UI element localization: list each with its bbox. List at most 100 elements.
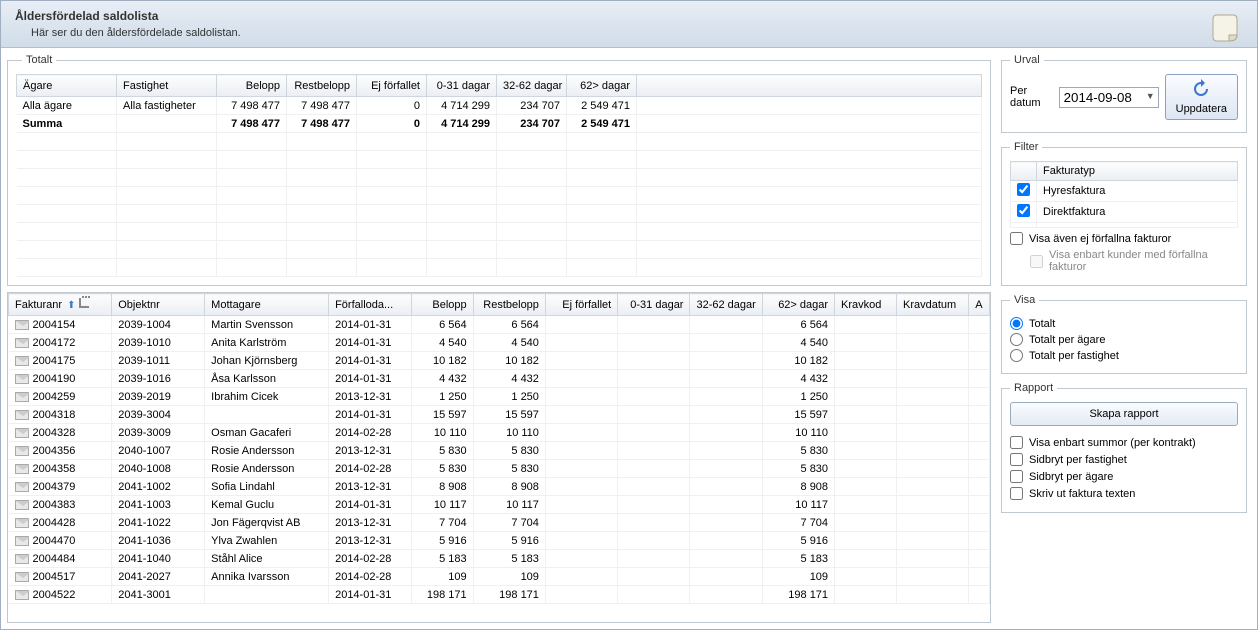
- per-datum-label: Per datum: [1010, 85, 1053, 109]
- detail-col-header[interactable]: Förfalloda...: [329, 294, 412, 316]
- filter-checkbox[interactable]: [1017, 204, 1030, 217]
- detail-row[interactable]: 20043832041-1003Kemal Guclu2014-01-3110 …: [9, 496, 990, 514]
- envelope-icon: [15, 590, 29, 600]
- detail-col-header[interactable]: Mottagare: [205, 294, 329, 316]
- envelope-icon: [15, 464, 29, 474]
- visa-enbart-kunder-checkbox: [1030, 255, 1043, 268]
- detail-row[interactable]: 20044282041-1022Jon Fägerqvist AB2013-12…: [9, 514, 990, 532]
- rapport-checkbox[interactable]: [1010, 453, 1023, 466]
- detail-row[interactable]: 20044842041-1040Ståhl Alice2014-02-285 1…: [9, 550, 990, 568]
- sort-asc-icon: ⬆: [67, 300, 75, 311]
- total-col-header[interactable]: 62> dagar: [567, 75, 637, 97]
- detail-col-header[interactable]: Objektnr: [112, 294, 205, 316]
- rapport-check-label: Visa enbart summor (per kontrakt): [1029, 437, 1196, 449]
- envelope-icon: [15, 536, 29, 546]
- detail-col-header[interactable]: A: [969, 294, 990, 316]
- rapport-checkbox[interactable]: [1010, 487, 1023, 500]
- envelope-icon: [15, 320, 29, 330]
- detail-col-header[interactable]: Fakturanr ⬆: [9, 294, 112, 316]
- envelope-icon: [15, 410, 29, 420]
- filter-row[interactable]: Hyresfaktura: [1011, 181, 1238, 202]
- rapport-check-label: Sidbryt per ägare: [1029, 471, 1113, 483]
- envelope-icon: [15, 356, 29, 366]
- filter-label: Hyresfaktura: [1037, 181, 1238, 202]
- envelope-icon: [15, 392, 29, 402]
- detail-col-header[interactable]: Belopp: [411, 294, 473, 316]
- envelope-icon: [15, 518, 29, 528]
- envelope-icon: [15, 428, 29, 438]
- detail-row[interactable]: 20044702041-1036Ylva Zwahlen2013-12-315 …: [9, 532, 990, 550]
- filter-grid[interactable]: Fakturatyp HyresfakturaDirektfaktura: [1010, 161, 1238, 228]
- detail-col-header[interactable]: 62> dagar: [762, 294, 834, 316]
- detail-row[interactable]: 20043282039-3009Osman Gacaferi2014-02-28…: [9, 424, 990, 442]
- refresh-icon: [1191, 79, 1211, 99]
- visa-ej-forfallna-label: Visa även ej förfallna fakturor: [1029, 233, 1171, 245]
- detail-row[interactable]: 20041752039-1011Johan Kjörnsberg2014-01-…: [9, 352, 990, 370]
- rapport-check-label: Sidbryt per fastighet: [1029, 454, 1127, 466]
- detail-grid[interactable]: Fakturanr ⬆ ObjektnrMottagareFörfalloda.…: [8, 293, 990, 604]
- total-panel: Totalt ÄgareFastighetBeloppRestbeloppEj …: [7, 54, 991, 286]
- rapport-check-label: Skriv ut faktura texten: [1029, 488, 1135, 500]
- detail-row[interactable]: 20042592039-2019Ibrahim Cicek2013-12-311…: [9, 388, 990, 406]
- total-row[interactable]: Alla ägareAlla fastigheter7 498 4777 498…: [17, 97, 982, 115]
- filter-checkbox[interactable]: [1017, 183, 1030, 196]
- page-title: Åldersfördelad saldolista: [15, 9, 1243, 23]
- visa-radio-label: Totalt: [1029, 318, 1055, 330]
- visa-radio[interactable]: [1010, 317, 1023, 330]
- envelope-icon: [15, 446, 29, 456]
- detail-row[interactable]: 20045172041-2027Annika Ivarsson2014-02-2…: [9, 568, 990, 586]
- total-col-header[interactable]: Ej förfallet: [357, 75, 427, 97]
- urval-panel: Urval Per datum ▼ Uppdatera: [1001, 54, 1247, 133]
- total-grid[interactable]: ÄgareFastighetBeloppRestbeloppEj förfall…: [16, 74, 982, 277]
- total-legend: Totalt: [22, 54, 56, 66]
- rapport-checkbox[interactable]: [1010, 436, 1023, 449]
- filter-col-header[interactable]: Fakturatyp: [1037, 162, 1238, 181]
- envelope-icon: [15, 374, 29, 384]
- total-col-header[interactable]: 32-62 dagar: [497, 75, 567, 97]
- detail-panel: Fakturanr ⬆ ObjektnrMottagareFörfalloda.…: [7, 292, 991, 623]
- visa-radio[interactable]: [1010, 349, 1023, 362]
- urval-legend: Urval: [1010, 54, 1044, 66]
- detail-col-header[interactable]: Kravdatum: [897, 294, 969, 316]
- detail-row[interactable]: 20043182039-30042014-01-3115 59715 59715…: [9, 406, 990, 424]
- visa-panel: Visa Totalt Totalt per ägare Totalt per fa…: [1001, 294, 1247, 374]
- total-col-header[interactable]: Restbelopp: [287, 75, 357, 97]
- detail-col-header[interactable]: Kravkod: [835, 294, 897, 316]
- envelope-icon: [15, 500, 29, 510]
- detail-col-header[interactable]: Ej förfallet: [545, 294, 617, 316]
- visa-ej-forfallna-checkbox[interactable]: [1010, 232, 1023, 245]
- visa-radio-label: Totalt per ägare: [1029, 334, 1105, 346]
- document-icon: [1209, 13, 1241, 45]
- visa-radio[interactable]: [1010, 333, 1023, 346]
- total-col-header[interactable]: 0-31 dagar: [427, 75, 497, 97]
- detail-row[interactable]: 20043792041-1002Sofia Lindahl2013-12-318…: [9, 478, 990, 496]
- envelope-icon: [15, 572, 29, 582]
- envelope-icon: [15, 338, 29, 348]
- detail-row[interactable]: 20043562040-1007Rosie Andersson2013-12-3…: [9, 442, 990, 460]
- filter-row[interactable]: Direktfaktura: [1011, 202, 1238, 223]
- detail-row[interactable]: 20041722039-1010Anita Karlström2014-01-3…: [9, 334, 990, 352]
- total-row[interactable]: Summa7 498 4777 498 47704 714 299234 707…: [17, 115, 982, 133]
- detail-row[interactable]: 20041542039-1004Martin Svensson2014-01-3…: [9, 316, 990, 334]
- detail-row[interactable]: 20045222041-30012014-01-31198 171198 171…: [9, 586, 990, 604]
- rapport-checkbox[interactable]: [1010, 470, 1023, 483]
- detail-col-header[interactable]: 0-31 dagar: [618, 294, 690, 316]
- visa-radio-label: Totalt per fastighet: [1029, 350, 1119, 362]
- total-col-header[interactable]: Fastighet: [117, 75, 217, 97]
- detail-row[interactable]: 20043582040-1008Rosie Andersson2014-02-2…: [9, 460, 990, 478]
- total-col-header[interactable]: Belopp: [217, 75, 287, 97]
- envelope-icon: [15, 482, 29, 492]
- detail-row[interactable]: 20041902039-1016Åsa Karlsson2014-01-314 …: [9, 370, 990, 388]
- column-chooser-icon: [79, 298, 89, 308]
- page-subtitle: Här ser du den åldersfördelade saldolist…: [31, 27, 1243, 39]
- total-col-header[interactable]: Ägare: [17, 75, 117, 97]
- filter-legend: Filter: [1010, 141, 1042, 153]
- detail-col-header[interactable]: Restbelopp: [473, 294, 545, 316]
- visa-legend: Visa: [1010, 294, 1039, 306]
- per-datum-input[interactable]: [1059, 87, 1159, 108]
- visa-enbart-kunder-label: Visa enbart kunder med förfallna fakturo…: [1049, 249, 1238, 273]
- skapa-rapport-button[interactable]: Skapa rapport: [1010, 402, 1238, 426]
- rapport-legend: Rapport: [1010, 382, 1057, 394]
- uppdatera-button[interactable]: Uppdatera: [1165, 74, 1238, 120]
- detail-col-header[interactable]: 32-62 dagar: [690, 294, 762, 316]
